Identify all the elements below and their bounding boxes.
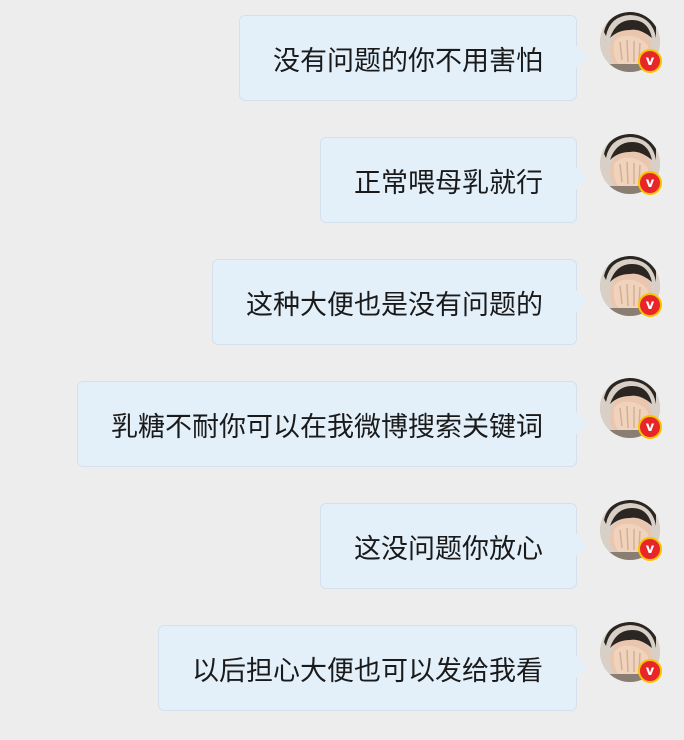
message-text: 没有问题的你不用害怕 bbox=[273, 45, 543, 77]
verified-badge-icon: v bbox=[638, 659, 662, 683]
chat-message: 这没问题你放心 v bbox=[0, 500, 684, 613]
message-text: 这种大便也是没有问题的 bbox=[246, 289, 543, 321]
message-bubble[interactable]: 以后担心大便也可以发给我看 bbox=[158, 625, 587, 711]
verified-badge-icon: v bbox=[638, 293, 662, 317]
verified-badge-icon: v bbox=[638, 415, 662, 439]
verified-badge-icon: v bbox=[638, 537, 662, 561]
chat-message: 以后担心大便也可以发给我看 v bbox=[0, 622, 684, 735]
message-bubble[interactable]: 这没问题你放心 bbox=[320, 503, 587, 589]
chat-message: 这种大便也是没有问题的 v bbox=[0, 256, 684, 369]
chat-message: 没有问题的你不用害怕 v bbox=[0, 12, 684, 125]
message-text: 以后担心大便也可以发给我看 bbox=[192, 655, 543, 687]
message-bubble[interactable]: 正常喂母乳就行 bbox=[320, 137, 587, 223]
chat-message: 乳糖不耐你可以在我微博搜索关键词 v bbox=[0, 378, 684, 491]
message-bubble[interactable]: 没有问题的你不用害怕 bbox=[239, 15, 587, 101]
message-text: 这没问题你放心 bbox=[354, 533, 543, 565]
message-bubble[interactable]: 这种大便也是没有问题的 bbox=[212, 259, 587, 345]
message-text: 正常喂母乳就行 bbox=[354, 167, 543, 199]
message-text: 乳糖不耐你可以在我微博搜索关键词 bbox=[111, 411, 543, 443]
verified-badge-icon: v bbox=[638, 171, 662, 195]
chat-message: 正常喂母乳就行 v bbox=[0, 134, 684, 247]
verified-badge-icon: v bbox=[638, 49, 662, 73]
message-bubble[interactable]: 乳糖不耐你可以在我微博搜索关键词 bbox=[77, 381, 587, 467]
